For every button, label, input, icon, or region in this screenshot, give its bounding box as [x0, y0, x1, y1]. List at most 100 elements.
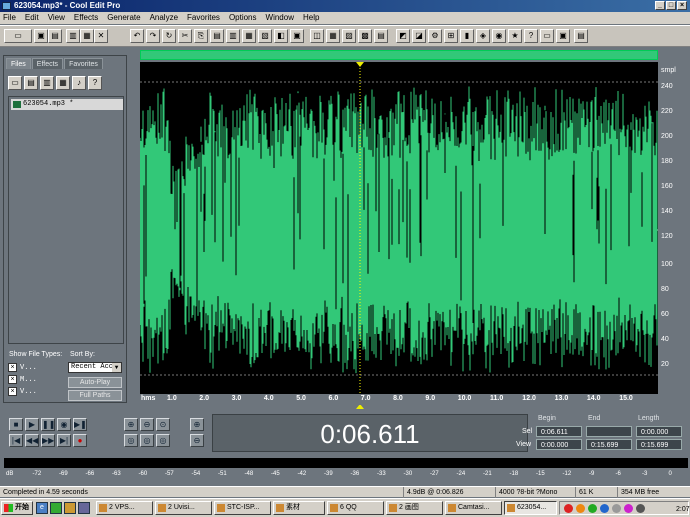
edit-file-icon[interactable]: ▦ [56, 76, 70, 90]
zoom-in-icon[interactable]: ⊕ [124, 418, 138, 431]
auto-play-button[interactable]: Auto-Play [68, 377, 122, 388]
close-button[interactable]: × [677, 1, 687, 10]
tray-icon-2[interactable] [576, 504, 585, 513]
spectral-icon[interactable]: ▦ [326, 29, 340, 43]
paste-new-icon[interactable]: ▥ [226, 29, 240, 43]
menu-edit[interactable]: Edit [25, 12, 39, 24]
help-icon[interactable]: ? [88, 76, 102, 90]
start-button[interactable]: 开始 [1, 501, 33, 515]
filetype-checkbox-1[interactable]: × [8, 363, 17, 372]
trim-icon[interactable]: ▧ [258, 29, 272, 43]
zoom-out-icon[interactable]: ⊖ [140, 418, 154, 431]
tab-effects[interactable]: Effects [31, 58, 64, 69]
new-icon[interactable]: ▣ [556, 29, 570, 43]
quicklaunch-desktop-icon[interactable] [50, 502, 62, 514]
loop-button[interactable]: ▶❚ [73, 418, 87, 431]
go-to-start-button[interactable]: |◀ [9, 434, 23, 447]
quicklaunch-app-icon[interactable] [78, 502, 90, 514]
zoom-left-icon[interactable]: ◎ [124, 434, 138, 447]
tab-favorites[interactable]: Favorites [64, 58, 103, 69]
waveform-display[interactable] [140, 62, 658, 394]
menu-file[interactable]: File [3, 12, 16, 24]
pause-button[interactable]: ❚❚ [41, 418, 55, 431]
waveform-icon[interactable]: ◩ [396, 29, 410, 43]
file-item[interactable]: 623054.mp3 * [11, 99, 123, 110]
cut-icon[interactable]: ✂ [178, 29, 192, 43]
menu-favorites[interactable]: Favorites [187, 12, 220, 24]
settings-icon[interactable]: ⚙ [428, 29, 442, 43]
saveas-icon[interactable]: ▦ [80, 29, 94, 43]
scrub-icon[interactable]: ◪ [412, 29, 426, 43]
pitch-icon[interactable]: ◉ [492, 29, 506, 43]
task-cool-edit[interactable]: 623054... [504, 501, 557, 515]
tray-icon-5[interactable] [612, 504, 621, 513]
task-uvision[interactable]: 2 Uvisi... [155, 501, 212, 515]
view-begin-field[interactable]: 0:00.000 [536, 439, 582, 450]
select-icon[interactable]: ▣ [290, 29, 304, 43]
cue-icon[interactable]: ◈ [476, 29, 490, 43]
menu-options[interactable]: Options [229, 12, 257, 24]
minimize-button[interactable]: _ [655, 1, 665, 10]
filetype-checkbox-3[interactable]: × [8, 387, 17, 396]
task-stc-isp[interactable]: STC-ISP... [214, 501, 271, 515]
help-icon[interactable]: ? [524, 29, 538, 43]
play-button[interactable]: ▶ [25, 418, 39, 431]
tray-icon-1[interactable] [564, 504, 573, 513]
repeat-icon[interactable]: ↻ [162, 29, 176, 43]
close-file-icon[interactable]: ▥ [40, 76, 54, 90]
snap-icon[interactable]: ⊞ [444, 29, 458, 43]
menu-effects[interactable]: Effects [74, 12, 98, 24]
filetype-checkbox-2[interactable]: × [8, 375, 17, 384]
full-paths-button[interactable]: Full Paths [68, 390, 122, 401]
zoom-out-vertical-icon[interactable]: ⊖ [190, 434, 204, 447]
zoom-right-icon[interactable]: ◎ [156, 434, 170, 447]
multitrack-icon[interactable]: ▭ [540, 29, 554, 43]
save-icon[interactable]: ▥ [66, 29, 80, 43]
task-sucai[interactable]: 素材 [273, 501, 325, 515]
menu-view[interactable]: View [48, 12, 65, 24]
open-icon[interactable]: ▤ [574, 29, 588, 43]
import-icon[interactable]: ▤ [24, 76, 38, 90]
edit-icon[interactable]: ▨ [342, 29, 356, 43]
menu-analyze[interactable]: Analyze [150, 12, 178, 24]
menu-generate[interactable]: Generate [107, 12, 140, 24]
close-icon[interactable]: ✕ [94, 29, 108, 43]
maximize-button[interactable]: □ [666, 1, 676, 10]
zoom-full-icon[interactable]: ⊙ [156, 418, 170, 431]
record-button[interactable]: ● [73, 434, 87, 447]
multitrack-icon[interactable]: ▭ [4, 29, 32, 43]
go-to-end-button[interactable]: ▶| [57, 434, 71, 447]
task-qq[interactable]: 6 QQ [327, 501, 384, 515]
menu-help[interactable]: Help [303, 12, 319, 24]
sel-end-field[interactable] [586, 426, 632, 437]
mix-paste-icon[interactable]: ▦ [242, 29, 256, 43]
stop-button[interactable]: ■ [9, 418, 23, 431]
task-paint[interactable]: 2 画图 [386, 501, 443, 515]
zoom-selection-icon[interactable]: ◎ [140, 434, 154, 447]
tray-icon-4[interactable] [600, 504, 609, 513]
tray-icon-7[interactable] [636, 504, 645, 513]
draw-icon[interactable]: ▩ [358, 29, 372, 43]
fast-forward-button[interactable]: ▶▶ [41, 434, 55, 447]
task-camtasia[interactable]: Camtasi... [445, 501, 502, 515]
tray-icon-3[interactable] [588, 504, 597, 513]
tray-icon-6[interactable] [624, 504, 633, 513]
new-icon[interactable]: ▣ [34, 29, 48, 43]
quicklaunch-ie-icon[interactable]: e [36, 502, 48, 514]
envelope-icon[interactable]: ◫ [310, 29, 324, 43]
menu-window[interactable]: Window [266, 12, 294, 24]
view-length-field[interactable]: 0:15.699 [636, 439, 682, 450]
undo-icon[interactable]: ↶ [130, 29, 144, 43]
task-vps[interactable]: 2 VPS... [96, 501, 153, 515]
view-end-field[interactable]: 0:15.699 [586, 439, 632, 450]
quicklaunch-media-icon[interactable] [64, 502, 76, 514]
sel-begin-field[interactable]: 0:06.611 [536, 426, 582, 437]
play-file-icon[interactable]: ♪ [72, 76, 86, 90]
play-to-end-button[interactable]: ◉ [57, 418, 71, 431]
copy-icon[interactable]: ⎘ [194, 29, 208, 43]
redo-icon[interactable]: ↷ [146, 29, 160, 43]
sel-length-field[interactable]: 0:00.000 [636, 426, 682, 437]
zoom-in-vertical-icon[interactable]: ⊕ [190, 418, 204, 431]
rewind-button[interactable]: ◀◀ [25, 434, 39, 447]
marker-icon[interactable]: ▮ [460, 29, 474, 43]
